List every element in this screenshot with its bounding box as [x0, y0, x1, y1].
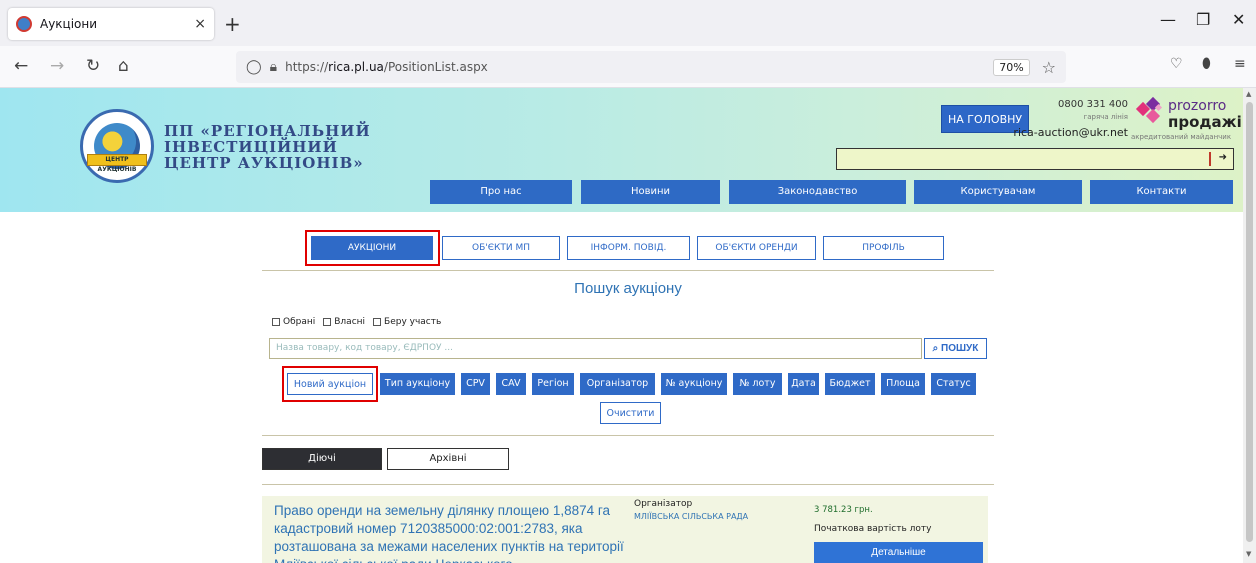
favicon-icon — [16, 16, 32, 32]
checkbox-box[interactable] — [323, 318, 332, 326]
browser-tab[interactable]: Аукціони × — [8, 8, 214, 40]
login-arrow-icon[interactable]: ➜ — [1219, 152, 1227, 163]
pocket-icon[interactable]: ♡ — [1170, 56, 1183, 72]
page-title: Пошук аукціону — [574, 280, 682, 297]
minimize-icon[interactable]: — — [1160, 10, 1176, 29]
close-tab-icon[interactable]: × — [194, 16, 206, 32]
checkbox-box[interactable] — [272, 318, 280, 326]
checkbox-label: Власні — [334, 317, 366, 327]
reload-icon[interactable]: ↻ — [86, 56, 100, 76]
filter-area[interactable]: Площа — [881, 373, 925, 395]
restore-icon[interactable]: ❐ — [1196, 10, 1210, 29]
hotline-phone: 0800 331 400 — [1058, 99, 1128, 110]
prozorro-word: prozorro — [1168, 98, 1227, 114]
lot-title-link[interactable]: Право оренди на земельну ділянку площею … — [274, 502, 634, 563]
search-button[interactable]: ⌕ ПОШУК — [924, 338, 987, 359]
menu-about[interactable]: Про нас — [430, 180, 572, 204]
shield-icon: ◯ — [246, 59, 262, 75]
menu-legislation[interactable]: Законодавство — [729, 180, 906, 204]
site-title: ПП «РЕГІОНАЛЬНИЙ ІНВЕСТИЦІЙНИЙ ЦЕНТР АУК… — [164, 123, 371, 171]
filter-budget[interactable]: Бюджет — [825, 373, 875, 395]
filter-cpv[interactable]: CPV — [461, 373, 490, 395]
home-icon[interactable]: ⌂ — [118, 56, 129, 76]
filter-lot-number[interactable]: № лоту — [733, 373, 782, 395]
lot-price: 3 781.23 грн. — [814, 505, 873, 515]
tab-active-auctions[interactable]: Діючі — [262, 448, 382, 470]
url-text: https://rica.pl.ua/PositionList.aspx — [285, 60, 488, 74]
checkbox-favorites[interactable]: Обрані — [272, 317, 315, 327]
organizer-name[interactable]: МЛІЇВСЬКА СІЛЬСЬКА РАДА — [634, 512, 748, 521]
tab-profile[interactable]: ПРОФІЛЬ — [823, 236, 944, 260]
details-button[interactable]: Детальніше — [814, 542, 983, 563]
prozorro-diamond-icon — [1135, 96, 1163, 126]
checkbox-label: Беру участь — [384, 317, 442, 327]
accredited-label: акредитований майданчик — [1131, 133, 1232, 141]
filter-status[interactable]: Статус — [931, 373, 976, 395]
lot-card: Право оренди на земельну ділянку площею … — [262, 496, 988, 563]
input-caret — [1209, 152, 1211, 166]
divider — [262, 484, 994, 485]
lot-price-label: Початкова вартість лоту — [814, 524, 932, 534]
filter-auction-type[interactable]: Тип аукціону — [380, 373, 455, 395]
site-header: ЦЕНТР АУКЦІОНІВ ПП «РЕГІОНАЛЬНИЙ ІНВЕСТИ… — [0, 88, 1243, 212]
lock-icon: 🔒︎ — [269, 59, 278, 75]
search-icon: ⌕ — [932, 343, 942, 354]
highlight-new-auction — [282, 366, 378, 402]
scroll-up-icon[interactable]: ▲ — [1246, 90, 1251, 98]
divider — [262, 270, 994, 271]
menu-news[interactable]: Новини — [581, 180, 720, 204]
site-title-line1: ПП «РЕГІОНАЛЬНИЙ — [164, 122, 371, 140]
close-window-icon[interactable]: ✕ — [1232, 10, 1245, 29]
menu-users[interactable]: Користувачам — [914, 180, 1082, 204]
filter-region[interactable]: Регіон — [532, 373, 574, 395]
divider — [262, 435, 994, 436]
search-input[interactable]: Назва товару, код товару, ЄДРПОУ ... — [269, 338, 922, 359]
browser-tab-title: Аукціони — [40, 17, 98, 31]
clear-filters-button[interactable]: Очистити — [600, 402, 661, 424]
bookmark-star-icon[interactable]: ☆ — [1042, 58, 1056, 77]
extension-shield-icon[interactable]: ⬮ — [1202, 56, 1211, 72]
tab-info-notices[interactable]: ІНФОРМ. ПОВІД. — [567, 236, 690, 260]
filter-cav[interactable]: CAV — [496, 373, 526, 395]
browser-tabbar: Аукціони × + — ❐ ✕ — [0, 0, 1256, 46]
filter-organizer[interactable]: Організатор — [580, 373, 655, 395]
menu-contacts[interactable]: Контакти — [1090, 180, 1233, 204]
menu-icon[interactable]: ≡ — [1234, 56, 1246, 72]
organizer-label: Організатор — [634, 499, 693, 509]
checkbox-box[interactable] — [373, 318, 382, 326]
contact-email[interactable]: rica-auction@ukr.net — [990, 126, 1128, 139]
hotline-label: гаряча лінія — [1083, 113, 1128, 121]
tab-archived-auctions[interactable]: Архівні — [387, 448, 509, 470]
tab-small-privatization[interactable]: ОБ'ЄКТИ МП — [442, 236, 560, 260]
site-title-line2: ІНВЕСТИЦІЙНИЙ — [164, 138, 338, 156]
filter-checkboxes: Обрані Власні Беру участь — [272, 317, 441, 327]
browser-navbar: ← → ↻ ⌂ ◯ 🔒︎ https://rica.pl.ua/Position… — [0, 46, 1256, 88]
checkbox-participating[interactable]: Беру участь — [373, 317, 441, 327]
back-icon[interactable]: ← — [14, 56, 28, 76]
site-title-line3: ЦЕНТР АУКЦІОНІВ» — [164, 154, 364, 172]
page-scrollbar[interactable]: ▲ ▼ — [1243, 88, 1256, 563]
new-tab-icon[interactable]: + — [224, 12, 241, 36]
checkbox-label: Обрані — [283, 317, 316, 327]
forward-icon[interactable]: → — [50, 56, 64, 76]
search-button-label: ПОШУК — [941, 343, 979, 354]
scroll-down-icon[interactable]: ▼ — [1246, 550, 1251, 558]
logo-band: ЦЕНТР АУКЦІОНІВ — [87, 154, 147, 173]
filter-date[interactable]: Дата — [788, 373, 819, 395]
highlight-auctions-tab — [305, 230, 440, 266]
tab-lease-objects[interactable]: ОБ'ЄКТИ ОРЕНДИ — [697, 236, 816, 260]
checkbox-own[interactable]: Власні — [323, 317, 365, 327]
zoom-level[interactable]: 70% — [993, 58, 1030, 76]
scroll-thumb[interactable] — [1246, 102, 1253, 542]
filter-auction-number[interactable]: № аукціону — [661, 373, 727, 395]
url-bar[interactable]: ◯ 🔒︎ https://rica.pl.ua/PositionList.asp… — [236, 51, 1066, 83]
header-input-field[interactable]: ➜ — [836, 148, 1234, 170]
site-logo[interactable]: ЦЕНТР АУКЦІОНІВ — [80, 109, 154, 183]
prozorro-sales-word: продажі — [1168, 113, 1242, 131]
